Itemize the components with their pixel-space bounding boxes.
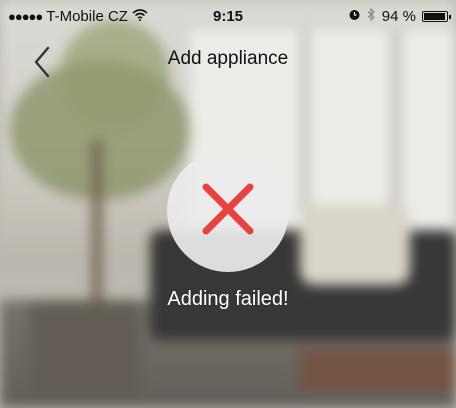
- status-bar: ●●●●● T-Mobile CZ 9:15 94 %: [0, 0, 456, 30]
- battery-percentage: 94 %: [381, 8, 416, 25]
- battery-level: [424, 13, 445, 20]
- error-message: Adding failed!: [167, 288, 289, 310]
- bluetooth-icon: [367, 7, 376, 25]
- battery-icon: [422, 11, 451, 22]
- close-icon: [198, 179, 258, 244]
- screen: ●●●●● T-Mobile CZ 9:15 94 % Add applianc…: [0, 0, 456, 408]
- result-panel: Adding failed!: [0, 150, 456, 311]
- alarm-icon: [348, 8, 361, 25]
- page-title: Add appliance: [167, 48, 289, 69]
- result-badge: [167, 150, 289, 272]
- navigation-bar: Add appliance: [0, 30, 456, 90]
